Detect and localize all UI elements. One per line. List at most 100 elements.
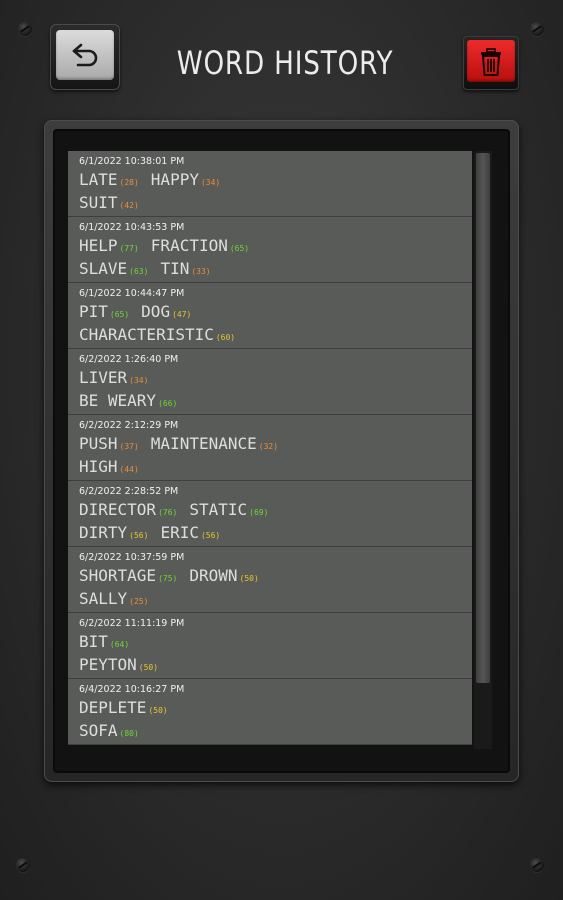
word-text: DOG [141, 302, 171, 321]
entry-date: 6/1/2022 10:44:47 PM [79, 288, 185, 299]
word-text: CHARACTERISTIC [79, 325, 214, 344]
word-text: MAINTENANCE [150, 434, 257, 453]
back-button[interactable] [50, 24, 120, 90]
entry-date: 6/1/2022 10:43:53 PM [79, 222, 185, 233]
word-text: LATE [79, 170, 118, 189]
word: SUIT (42) [79, 193, 139, 212]
word: DROWN (50) [189, 566, 258, 585]
word-score: (63) [129, 267, 149, 276]
word-text: SUIT [79, 193, 118, 212]
word-score: (66) [158, 399, 178, 408]
word-score: (60) [215, 333, 236, 342]
word: ERIC (56) [160, 523, 220, 542]
history-entry[interactable]: 6/2/2022 10:37:59 PM SHORTAGE (75) DROWN (50… [68, 547, 472, 613]
word-line: SUIT (42) [79, 191, 472, 214]
word-text: ERIC [160, 523, 199, 542]
word: HIGH (44) [79, 457, 139, 476]
word-text: BIT [79, 632, 108, 651]
word: DEPLETE (50) [79, 698, 168, 717]
history-entry[interactable]: 6/1/2022 10:43:53 PM HELP (77) FRACTION (65)… [68, 217, 472, 283]
word-text: SALLY [79, 589, 128, 608]
word-line: PEYTON (50) [79, 653, 472, 676]
word: DIRECTOR (76) [79, 500, 177, 519]
word-text: STATIC [189, 500, 248, 519]
word-line: DIRECTOR (76) STATIC (69) [79, 498, 472, 521]
word: DOG (47) [141, 302, 191, 321]
screw-bottom-right [530, 858, 544, 872]
history-entry[interactable]: 6/1/2022 10:44:47 PM PIT (65) DOG (47) CHARAC… [68, 283, 472, 349]
word-text: PUSH [79, 434, 118, 453]
word-line: BE WEARY (66) [79, 389, 472, 412]
word-score: (32) [258, 442, 279, 451]
screw-top-right [530, 22, 544, 36]
word-score: (44) [119, 465, 139, 474]
word: PEYTON (50) [79, 655, 158, 674]
history-entry[interactable]: 6/4/2022 10:16:27 PM DEPLETE (50) SOFA (80) [68, 679, 472, 745]
history-entry[interactable]: 6/2/2022 1:26:40 PM LIVER (34) BE WEARY (66) [68, 349, 472, 415]
scrollbar[interactable] [474, 151, 492, 749]
word-score: (50) [138, 663, 159, 672]
word-score: (80) [119, 729, 139, 738]
entry-date: 6/2/2022 1:26:40 PM [79, 354, 179, 365]
word: BIT (64) [79, 632, 129, 651]
word-text: LIVER [79, 368, 128, 387]
clear-history-button[interactable] [463, 36, 519, 90]
word-text: PEYTON [79, 655, 137, 674]
word: DIRTY (56) [79, 523, 148, 542]
word-text: HIGH [79, 457, 118, 476]
word-line: PUSH (37) MAINTENANCE (32) [79, 432, 472, 455]
word-text: HAPPY [150, 170, 199, 189]
word-score: (50) [148, 706, 168, 715]
word-text: TIN [160, 259, 190, 278]
word: HELP (77) [79, 236, 139, 255]
word-score: (64) [109, 640, 130, 649]
word-text: DIRTY [79, 523, 128, 542]
word-line: SALLY (25) [79, 587, 472, 610]
word: LATE (28) [79, 170, 139, 189]
word-text: BE WEARY [79, 391, 157, 410]
word-score: (56) [129, 531, 149, 540]
screw-bottom-left [16, 858, 30, 872]
scroll-thumb[interactable] [476, 153, 490, 683]
word: PIT (65) [79, 302, 129, 321]
history-entry[interactable]: 6/2/2022 11:11:19 PM BIT (64) PEYTON (50) [68, 613, 472, 679]
word-score: (77) [119, 244, 139, 253]
word-line: PIT (65) DOG (47) [79, 300, 472, 323]
trash-icon [481, 48, 501, 76]
word-text: PIT [79, 302, 108, 321]
entry-date: 6/2/2022 2:28:52 PM [79, 486, 179, 497]
word: SOFA (80) [79, 721, 139, 740]
word-text: HELP [79, 236, 118, 255]
word-history-list[interactable]: 6/1/2022 10:38:01 PM LATE (28) HAPPY (34) SUI… [68, 151, 472, 749]
word-score: (75) [158, 574, 178, 583]
word-score: (50) [239, 574, 259, 583]
word-line: HIGH (44) [79, 455, 472, 478]
word-text: SLAVE [79, 259, 128, 278]
word-line: HELP (77) FRACTION (65) [79, 234, 472, 257]
word: SLAVE (63) [79, 259, 148, 278]
history-entry[interactable]: 6/2/2022 2:28:52 PM DIRECTOR (76) STATIC (69… [68, 481, 472, 547]
word-text: SHORTAGE [79, 566, 157, 585]
word-text: FRACTION [150, 236, 228, 255]
word: TIN (33) [160, 259, 210, 278]
word-score: (34) [129, 376, 149, 385]
word-score: (37) [119, 442, 139, 451]
word-line: LATE (28) HAPPY (34) [79, 168, 472, 191]
word: FRACTION (65) [151, 236, 249, 255]
word: STATIC (69) [189, 500, 268, 519]
word: HAPPY (34) [151, 170, 220, 189]
word: BE WEARY (66) [79, 391, 177, 410]
word-score: (28) [119, 178, 139, 187]
word: MAINTENANCE (32) [151, 434, 278, 453]
word-score: (65) [229, 244, 250, 253]
word-line: SOFA (80) [79, 719, 472, 742]
history-entry[interactable]: 6/1/2022 10:38:01 PM LATE (28) HAPPY (34) SUI… [68, 151, 472, 217]
word-line: LIVER (34) [79, 366, 472, 389]
history-entry[interactable]: 6/2/2022 2:12:29 PM PUSH (37) MAINTENANCE (3… [68, 415, 472, 481]
word-score: (33) [191, 267, 211, 276]
word-line: SHORTAGE (75) DROWN (50) [79, 564, 472, 587]
word-score: (42) [119, 201, 139, 210]
word-text: DEPLETE [79, 698, 147, 717]
word-score: (76) [158, 508, 178, 517]
word-text: SOFA [79, 721, 118, 740]
